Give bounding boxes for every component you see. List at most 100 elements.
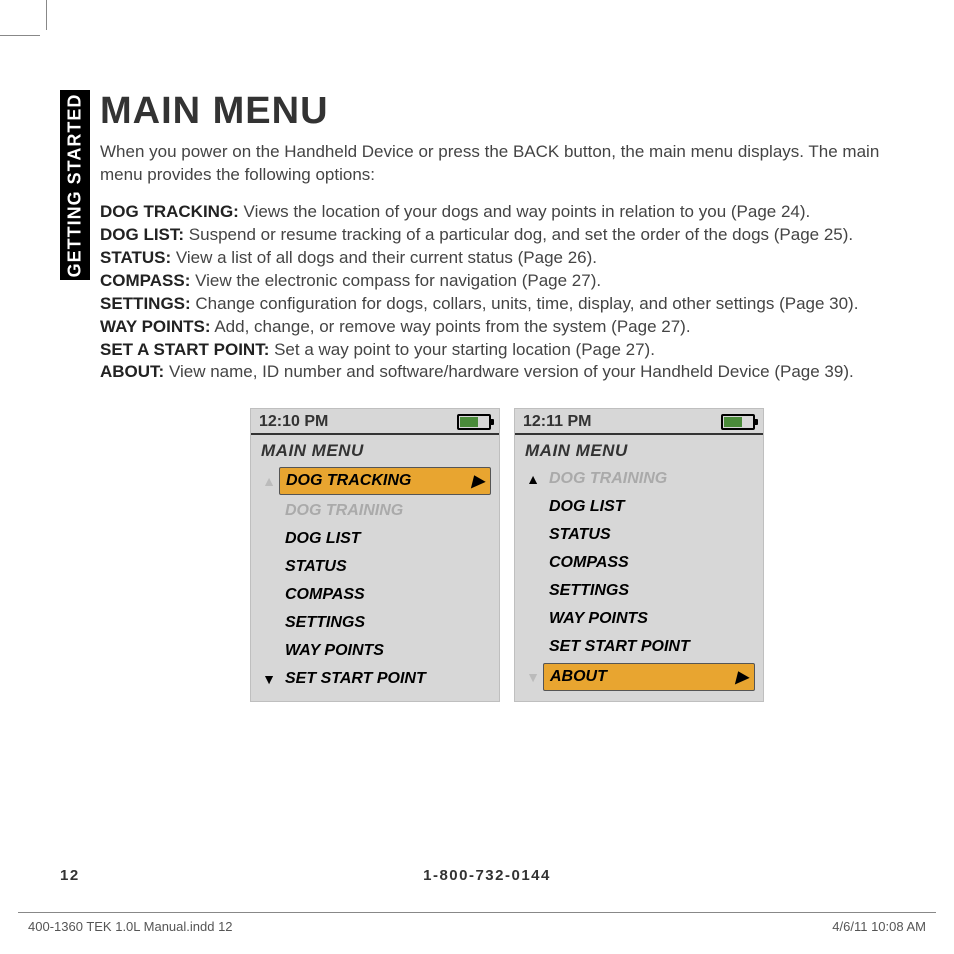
menu-row: WAY POINTS [255, 637, 495, 665]
menu-item-label: SETTINGS [285, 614, 365, 632]
menu-item-label: SETTINGS [549, 582, 629, 600]
definitions-list: DOG TRACKING: Views the location of your… [100, 201, 914, 385]
arrow-spacer [523, 556, 543, 570]
menu-list: ▲ DOG TRACKING ▶ DOG TRAINING DOG LIST STA… [251, 465, 499, 701]
scroll-up-icon: ▲ [523, 472, 543, 486]
definition-row: WAY POINTS: Add, change, or remove way p… [100, 316, 914, 339]
menu-item-label: STATUS [549, 526, 611, 544]
definition-desc: Set a way point to your starting locatio… [269, 340, 655, 359]
definition-row: SET A START POINT: Set a way point to yo… [100, 339, 914, 362]
menu-item: DOG TRAINING [543, 467, 755, 491]
arrow-spacer [523, 584, 543, 598]
menu-row: SETTINGS [519, 577, 759, 605]
chevron-right-icon: ▶ [472, 471, 484, 491]
menu-item-label: DOG TRACKING [286, 472, 411, 490]
menu-item-label: SET START POINT [285, 670, 426, 688]
arrow-spacer [523, 500, 543, 514]
screen-title: MAIN MENU [251, 435, 499, 465]
arrow-spacer [259, 588, 279, 602]
arrow-spacer [523, 612, 543, 626]
menu-row: SET START POINT [519, 633, 759, 661]
menu-row: ▼ SET START POINT [255, 665, 495, 693]
menu-item[interactable]: DOG TRACKING ▶ [279, 467, 491, 495]
definition-row: DOG LIST: Suspend or resume tracking of … [100, 224, 914, 247]
menu-row: ▼ ABOUT ▶ [519, 661, 759, 693]
definition-term: COMPASS: [100, 271, 190, 290]
menu-item-label: COMPASS [285, 586, 365, 604]
menu-item[interactable]: DOG LIST [543, 495, 755, 519]
arrow-spacer [523, 528, 543, 542]
screen-title: MAIN MENU [515, 435, 763, 465]
definition-desc: Add, change, or remove way points from t… [211, 317, 691, 336]
menu-item[interactable]: WAY POINTS [279, 639, 491, 663]
menu-item[interactable]: SETTINGS [543, 579, 755, 603]
definition-row: DOG TRACKING: Views the location of your… [100, 201, 914, 224]
scroll-down-icon: ▼ [523, 670, 543, 684]
section-tab: GETTING STARTED [60, 90, 90, 280]
device-screen: 12:11 PM MAIN MENU▲ DOG TRAINING DOG LIST … [514, 408, 764, 702]
arrow-spacer [259, 532, 279, 546]
menu-item-label: DOG LIST [285, 530, 361, 548]
menu-row: DOG LIST [255, 525, 495, 553]
menu-item[interactable]: STATUS [279, 555, 491, 579]
menu-row: DOG LIST [519, 493, 759, 521]
menu-item[interactable]: DOG LIST [279, 527, 491, 551]
arrow-spacer [259, 616, 279, 630]
device-screen: 12:10 PMMAIN MENU ▲ DOG TRACKING ▶ DOG TRAI… [250, 408, 500, 702]
page-number: 12 [60, 867, 140, 884]
chevron-right-icon: ▶ [736, 667, 748, 687]
menu-item[interactable]: COMPASS [279, 583, 491, 607]
slug-file: 400-1360 TEK 1.0L Manual.indd 12 [28, 919, 233, 934]
menu-item-label: DOG LIST [549, 498, 625, 516]
intro-paragraph: When you power on the Handheld Device or… [100, 141, 914, 187]
definition-desc: View the electronic compass for navigati… [190, 271, 601, 290]
page-content: MAIN MENU When you power on the Handheld… [100, 90, 914, 702]
arrow-spacer [259, 504, 279, 518]
menu-item[interactable]: SETTINGS [279, 611, 491, 635]
menu-item[interactable]: COMPASS [543, 551, 755, 575]
menu-row: STATUS [519, 521, 759, 549]
menu-item[interactable]: STATUS [543, 523, 755, 547]
menu-item[interactable]: SET START POINT [543, 635, 755, 659]
page-title: MAIN MENU [100, 90, 914, 133]
menu-list: ▲ DOG TRAINING DOG LIST STATUS COMPASS SE… [515, 465, 763, 701]
menu-item-label: ABOUT [550, 668, 607, 686]
status-bar: 12:11 PM [515, 409, 763, 435]
menu-item[interactable]: ABOUT ▶ [543, 663, 755, 691]
arrow-spacer [523, 640, 543, 654]
status-bar: 12:10 PM [251, 409, 499, 435]
page-footer: 12 1-800-732-0144 [60, 867, 914, 884]
manual-page: GETTING STARTED MAIN MENU When you power… [0, 0, 954, 954]
menu-item[interactable]: SET START POINT [279, 667, 491, 691]
definition-row: STATUS: View a list of all dogs and thei… [100, 247, 914, 270]
scroll-down-icon: ▼ [259, 672, 279, 686]
scroll-up-icon: ▲ [259, 474, 279, 488]
menu-row: ▲ DOG TRACKING ▶ [255, 465, 495, 497]
menu-row: STATUS [255, 553, 495, 581]
slug-timestamp: 4/6/11 10:08 AM [832, 919, 926, 934]
definition-term: SETTINGS: [100, 294, 191, 313]
definition-term: SET A START POINT: [100, 340, 269, 359]
menu-item-label: DOG TRAINING [549, 470, 667, 488]
definition-term: STATUS: [100, 248, 171, 267]
definition-desc: Suspend or resume tracking of a particul… [184, 225, 853, 244]
definition-term: ABOUT: [100, 362, 164, 381]
menu-item-label: COMPASS [549, 554, 629, 572]
menu-row: COMPASS [519, 549, 759, 577]
arrow-spacer [259, 644, 279, 658]
clock: 12:11 PM [523, 413, 591, 431]
menu-item-label: STATUS [285, 558, 347, 576]
menu-item[interactable]: WAY POINTS [543, 607, 755, 631]
section-tab-label: GETTING STARTED [65, 93, 86, 277]
definition-row: ABOUT: View name, ID number and software… [100, 361, 914, 384]
definition-desc: Views the location of your dogs and way … [239, 202, 810, 221]
definition-term: DOG LIST: [100, 225, 184, 244]
menu-item-label: DOG TRAINING [285, 502, 403, 520]
definition-desc: View name, ID number and software/hardwa… [164, 362, 854, 381]
battery-icon [457, 414, 491, 430]
menu-row: DOG TRAINING [255, 497, 495, 525]
definition-row: SETTINGS: Change configuration for dogs,… [100, 293, 914, 316]
definition-desc: Change configuration for dogs, collars, … [191, 294, 859, 313]
menu-item-label: WAY POINTS [549, 610, 648, 628]
battery-icon [721, 414, 755, 430]
